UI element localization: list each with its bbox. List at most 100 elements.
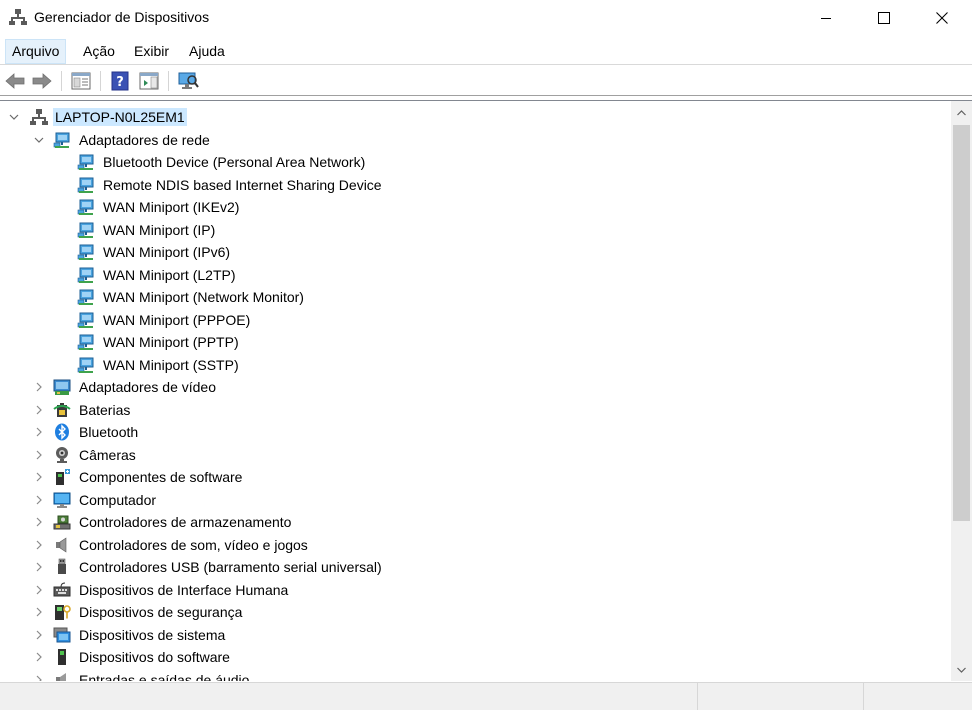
window-title: Gerenciador de Dispositivos	[34, 9, 210, 25]
tree-item-label: WAN Miniport (Network Monitor)	[103, 289, 304, 305]
tree-category[interactable]: Adaptadores de rede	[0, 129, 950, 151]
tree-item-label: Componentes de software	[79, 469, 243, 485]
tree-device[interactable]: WAN Miniport (PPTP)	[0, 331, 950, 353]
usb-icon	[58, 558, 66, 574]
chevron-down-icon[interactable]	[8, 110, 20, 124]
chevron-right-icon[interactable]	[33, 650, 45, 664]
menu-ajuda[interactable]: Ajuda	[183, 39, 231, 64]
computer-icon	[53, 492, 71, 508]
tree-category[interactable]: Controladores USB (barramento serial uni…	[0, 556, 950, 578]
action-pane-button[interactable]	[138, 70, 160, 92]
tree-item-label: WAN Miniport (PPTP)	[103, 334, 239, 350]
tree-category[interactable]: Dispositivos de Interface Humana	[0, 579, 950, 601]
chevron-down-icon	[957, 667, 966, 673]
chevron-right-icon[interactable]	[33, 380, 45, 394]
display-adapter-icon	[53, 379, 71, 395]
tree-category[interactable]: Computador	[0, 489, 950, 511]
scroll-down-button[interactable]	[951, 660, 972, 680]
tree-category[interactable]: Entradas e saídas de áudio	[0, 669, 950, 682]
scroll-thumb[interactable]	[953, 125, 970, 521]
chevron-up-icon	[957, 110, 966, 116]
security-device-icon	[55, 605, 71, 620]
menu-bar: Arquivo Ação Exibir Ajuda	[0, 39, 972, 65]
scan-hardware-icon	[178, 72, 199, 89]
chevron-right-icon[interactable]	[33, 605, 45, 619]
menu-arquivo[interactable]: Arquivo	[5, 39, 67, 64]
forward-arrow-icon	[32, 73, 52, 89]
tree-category[interactable]: Adaptadores de vídeo	[0, 376, 950, 398]
scan-hardware-button[interactable]	[177, 70, 199, 92]
toolbar-separator	[168, 71, 169, 91]
maximize-button[interactable]	[861, 0, 907, 36]
camera-icon	[56, 446, 68, 463]
device-manager-icon	[9, 9, 27, 25]
forward-button[interactable]	[31, 70, 53, 92]
tree-device[interactable]: WAN Miniport (Network Monitor)	[0, 286, 950, 308]
tree-device[interactable]: Remote NDIS based Internet Sharing Devic…	[0, 174, 950, 196]
menu-acao[interactable]: Ação	[77, 39, 121, 64]
tree-device[interactable]: Bluetooth Device (Personal Area Network)	[0, 151, 950, 173]
tree-category[interactable]: Dispositivos do software	[0, 646, 950, 668]
tree-item-label: Adaptadores de vídeo	[79, 379, 216, 395]
tree-item-label: Câmeras	[79, 446, 136, 463]
close-icon	[936, 12, 948, 24]
help-button[interactable]: ?	[109, 70, 131, 92]
vertical-scrollbar[interactable]	[951, 101, 972, 681]
tree-device[interactable]: WAN Miniport (IP)	[0, 219, 950, 241]
tree-item-label: Remote NDIS based Internet Sharing Devic…	[103, 176, 382, 193]
tree-category[interactable]: Dispositivos de segurança	[0, 601, 950, 623]
chevron-right-icon[interactable]	[33, 673, 45, 681]
chevron-right-icon[interactable]	[33, 493, 45, 507]
minimize-button[interactable]	[803, 0, 849, 36]
chevron-right-icon[interactable]	[33, 538, 45, 552]
tree-device[interactable]: WAN Miniport (L2TP)	[0, 264, 950, 286]
tree-item-label: Bluetooth	[79, 424, 139, 440]
hid-icon	[53, 582, 71, 596]
chevron-right-icon[interactable]	[33, 470, 45, 484]
tree-category[interactable]: Controladores de armazenamento	[0, 511, 950, 533]
battery-icon	[53, 402, 71, 417]
menu-exibir[interactable]: Exibir	[128, 39, 175, 64]
tree-category[interactable]: Câmeras	[0, 444, 950, 466]
bluetooth-icon	[55, 423, 69, 441]
tree-item-label: Adaptadores de rede	[79, 131, 210, 148]
tree-item-label: Dispositivos de Interface Humana	[79, 581, 289, 598]
tree-item-label: Entradas e saídas de áudio	[79, 671, 250, 682]
network-adapter-icon	[53, 132, 70, 148]
system-device-icon	[53, 627, 71, 642]
close-button[interactable]	[919, 0, 965, 36]
status-bar	[0, 682, 972, 710]
tree-category[interactable]: Controladores de som, vídeo e jogos	[0, 534, 950, 556]
help-icon: ?	[111, 71, 129, 91]
chevron-right-icon[interactable]	[33, 425, 45, 439]
tree-item-label: Computador	[79, 491, 157, 508]
tree-device[interactable]: WAN Miniport (SSTP)	[0, 354, 950, 376]
chevron-right-icon[interactable]	[33, 628, 45, 642]
network-adapter-icon	[77, 177, 94, 193]
network-adapter-icon	[77, 289, 94, 305]
properties-icon	[71, 72, 91, 90]
speaker-icon	[56, 536, 67, 553]
chevron-right-icon[interactable]	[33, 583, 45, 597]
tree-device[interactable]: WAN Miniport (PPPOE)	[0, 309, 950, 331]
tree-category[interactable]: Componentes de software	[0, 466, 950, 488]
scroll-up-button[interactable]	[951, 103, 972, 123]
chevron-right-icon[interactable]	[33, 515, 45, 529]
back-arrow-icon	[5, 73, 25, 89]
chevron-down-icon[interactable]	[33, 133, 45, 147]
tree-root[interactable]: LAPTOP-N0L25EM1	[0, 106, 950, 128]
chevron-right-icon[interactable]	[33, 448, 45, 462]
back-button[interactable]	[4, 70, 26, 92]
chevron-right-icon[interactable]	[33, 560, 45, 574]
tree-item-label: WAN Miniport (L2TP)	[103, 266, 236, 283]
tree-item-label: Dispositivos do software	[79, 649, 230, 665]
properties-button[interactable]	[70, 70, 92, 92]
tree-category[interactable]: Baterias	[0, 399, 950, 421]
chevron-right-icon[interactable]	[33, 403, 45, 417]
tree-device[interactable]: WAN Miniport (IKEv2)	[0, 196, 950, 218]
tree-category[interactable]: Dispositivos de sistema	[0, 624, 950, 646]
tree-device[interactable]: WAN Miniport (IPv6)	[0, 241, 950, 263]
software-component-icon	[56, 469, 70, 485]
tree-item-label: WAN Miniport (IPv6)	[103, 244, 231, 260]
tree-category[interactable]: Bluetooth	[0, 421, 950, 443]
